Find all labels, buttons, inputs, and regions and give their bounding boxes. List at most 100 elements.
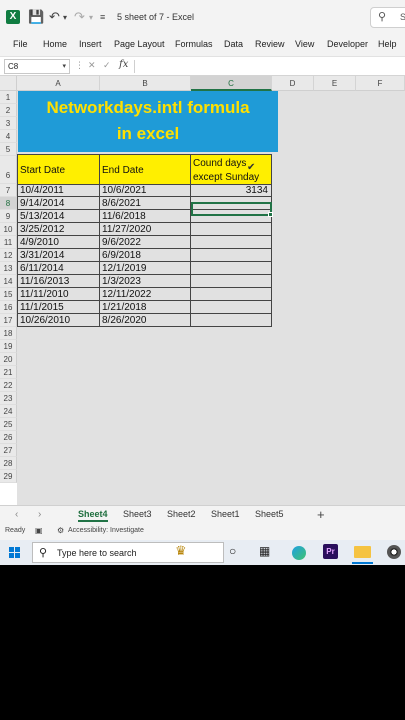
tab-developer[interactable]: Developer [327, 39, 368, 49]
header-end-date[interactable]: End Date [100, 154, 191, 185]
row-header[interactable]: 28 [0, 457, 17, 470]
file-explorer-icon[interactable] [354, 546, 371, 558]
cell-start-date[interactable]: 11/11/2010 [17, 288, 100, 301]
row-header[interactable]: 5 [0, 143, 17, 156]
cell-start-date[interactable]: 10/4/2011 [17, 184, 100, 197]
save-icon[interactable]: 💾 [28, 9, 44, 25]
cell-count-days[interactable] [191, 236, 272, 249]
fill-handle[interactable] [268, 212, 273, 217]
select-all-corner[interactable] [0, 76, 17, 91]
customize-toolbar-icon[interactable]: ≡ [100, 12, 105, 22]
row-header[interactable]: 9 [0, 210, 17, 223]
cell-start-date[interactable]: 5/13/2014 [17, 210, 100, 223]
row-header[interactable]: 15 [0, 288, 17, 301]
task-view-icon[interactable]: ▦ [259, 544, 270, 558]
premiere-pro-icon[interactable]: Pr [323, 544, 338, 559]
undo-dropdown-icon[interactable]: ▾ [63, 13, 67, 22]
row-header[interactable]: 24 [0, 405, 17, 418]
cell-end-date[interactable]: 8/26/2020 [100, 314, 191, 327]
title-search-box[interactable]: ⚲ S [370, 7, 405, 28]
accessibility-icon[interactable]: ⚙ [57, 526, 64, 535]
cancel-entry-button[interactable]: ✕ [88, 60, 96, 71]
cell-start-date[interactable]: 3/25/2012 [17, 223, 100, 236]
edge-browser-icon[interactable] [292, 546, 306, 560]
cell-start-date[interactable]: 10/26/2010 [17, 314, 100, 327]
macro-record-icon[interactable]: ▣ [35, 526, 43, 535]
cell-count-days[interactable] [191, 288, 272, 301]
cell-count-days[interactable] [191, 249, 272, 262]
tab-data[interactable]: Data [224, 39, 243, 49]
column-header-f[interactable]: F [356, 76, 405, 91]
tab-page-layout[interactable]: Page Layout [114, 39, 165, 49]
status-accessibility[interactable]: Accessibility: Investigate [68, 527, 144, 534]
row-header-selected[interactable]: 8 [0, 197, 17, 210]
cell-start-date[interactable]: 4/9/2010 [17, 236, 100, 249]
column-header-a[interactable]: A [17, 76, 100, 91]
row-header[interactable]: 19 [0, 340, 17, 353]
cortana-icon[interactable]: ○ [229, 544, 236, 558]
name-box[interactable]: C8 ▾ [4, 59, 70, 74]
row-header[interactable]: 20 [0, 353, 17, 366]
sheet-tab-sheet2[interactable]: Sheet2 [167, 509, 196, 519]
row-header[interactable]: 18 [0, 327, 17, 340]
cell-count-days[interactable] [191, 301, 272, 314]
row-header[interactable]: 2 [0, 104, 17, 117]
header-count-days[interactable]: Cound days except Sunday [191, 154, 272, 185]
row-header[interactable]: 12 [0, 249, 17, 262]
tab-view[interactable]: View [295, 39, 314, 49]
row-header[interactable]: 10 [0, 223, 17, 236]
next-sheet-button[interactable]: › [38, 509, 41, 520]
row-header[interactable]: 21 [0, 366, 17, 379]
sheet-tab-sheet1[interactable]: Sheet1 [211, 509, 240, 519]
row-header[interactable]: 14 [0, 275, 17, 288]
row-header[interactable]: 11 [0, 236, 17, 249]
cell-start-date[interactable]: 3/31/2014 [17, 249, 100, 262]
row-header[interactable]: 4 [0, 130, 17, 143]
redo-icon[interactable]: ↷ [74, 9, 85, 25]
row-header[interactable]: 25 [0, 418, 17, 431]
taskbar-search-box[interactable]: ⚲ Type here to search [32, 542, 224, 563]
cell-end-date[interactable]: 6/9/2018 [100, 249, 191, 262]
tab-help[interactable]: Help [378, 39, 397, 49]
column-header-d[interactable]: D [272, 76, 314, 91]
cell-count-days[interactable]: 3134 [191, 184, 272, 197]
cell-count-days[interactable] [191, 275, 272, 288]
cell-start-date[interactable]: 11/1/2015 [17, 301, 100, 314]
cell-end-date[interactable]: 1/21/2018 [100, 301, 191, 314]
row-header[interactable]: 22 [0, 379, 17, 392]
cell-end-date[interactable]: 12/1/2019 [100, 262, 191, 275]
row-header[interactable]: 6 [0, 156, 17, 184]
windows-start-icon[interactable] [9, 547, 21, 559]
name-box-dropdown-icon[interactable]: ▾ [62, 62, 66, 70]
row-header[interactable]: 29 [0, 470, 17, 483]
cell-end-date[interactable]: 12/11/2022 [100, 288, 191, 301]
more-options-icon[interactable]: ⋮ [75, 60, 84, 71]
cell-start-date[interactable]: 9/14/2014 [17, 197, 100, 210]
row-header[interactable]: 23 [0, 392, 17, 405]
prev-sheet-button[interactable]: ‹ [15, 509, 18, 520]
column-header-b[interactable]: B [100, 76, 191, 91]
cell-end-date[interactable]: 10/6/2021 [100, 184, 191, 197]
cell-start-date[interactable]: 11/16/2013 [17, 275, 100, 288]
cell-end-date[interactable]: 1/3/2023 [100, 275, 191, 288]
cell-end-date[interactable]: 9/6/2022 [100, 236, 191, 249]
active-cell-c8[interactable] [191, 202, 272, 216]
insert-function-button[interactable]: fx [119, 59, 128, 70]
column-header-e[interactable]: E [314, 76, 356, 91]
row-header[interactable]: 1 [0, 91, 17, 104]
sheet-tab-sheet5[interactable]: Sheet5 [255, 509, 284, 519]
row-header[interactable]: 3 [0, 117, 17, 130]
header-start-date[interactable]: Start Date [17, 154, 100, 185]
row-header[interactable]: 26 [0, 431, 17, 444]
chrome-browser-icon[interactable] [387, 545, 401, 559]
cell-count-days[interactable] [191, 314, 272, 327]
cell-end-date[interactable]: 11/27/2020 [100, 223, 191, 236]
column-header-c[interactable]: C [191, 76, 272, 91]
undo-icon[interactable]: ↶ [49, 9, 60, 25]
sheet-tab-sheet4[interactable]: Sheet4 [78, 509, 108, 522]
row-header[interactable]: 17 [0, 314, 17, 327]
add-sheet-button[interactable]: + [317, 507, 325, 522]
row-header[interactable]: 7 [0, 184, 17, 197]
row-header[interactable]: 16 [0, 301, 17, 314]
cell-end-date[interactable]: 8/6/2021 [100, 197, 191, 210]
